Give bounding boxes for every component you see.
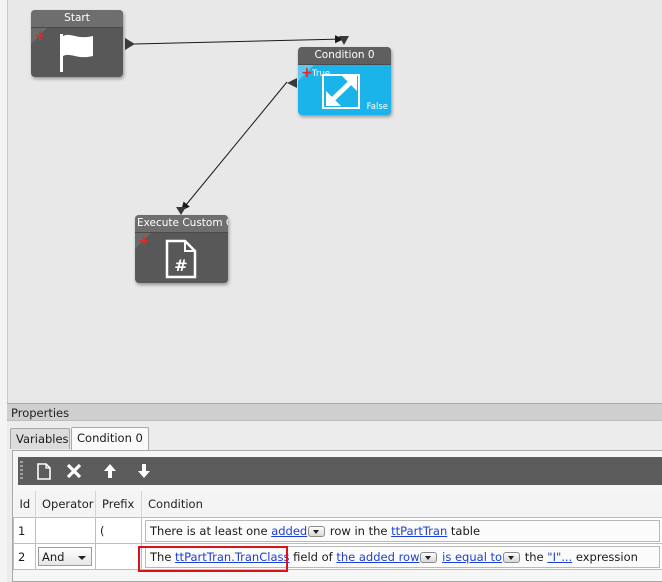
condition-node-title: Condition 0 bbox=[298, 47, 391, 65]
table-row[interactable]: 2 And The ttPartTran.TranClass field of … bbox=[13, 543, 662, 570]
row-condition: The ttPartTran.TranClass field of the ad… bbox=[141, 543, 662, 570]
row-id: 1 bbox=[13, 517, 36, 544]
expand-arrows-icon bbox=[322, 74, 360, 109]
start-node[interactable]: Start + bbox=[31, 10, 123, 77]
column-header-id[interactable]: Id bbox=[13, 491, 36, 518]
add-icon[interactable]: + bbox=[34, 29, 46, 43]
field-link[interactable]: ttPartTran.TranClass bbox=[175, 550, 289, 564]
condition-tab-panel: Id Operator Prefix Condition 1 ( There i… bbox=[12, 450, 662, 582]
added-link[interactable]: added bbox=[271, 524, 307, 538]
condition-sentence: There is at least one added row in the t… bbox=[145, 519, 660, 542]
left-edge bbox=[0, 0, 7, 582]
properties-header: Properties bbox=[7, 403, 662, 421]
code-file-icon: # bbox=[165, 239, 197, 279]
conditions-table: Id Operator Prefix Condition 1 ( There i… bbox=[13, 491, 662, 570]
condition-node[interactable]: Condition 0 + True False bbox=[298, 47, 391, 115]
svg-text:#: # bbox=[174, 256, 187, 275]
row-condition: There is at least one added row in the t… bbox=[141, 517, 662, 544]
toolbar-grip[interactable] bbox=[20, 461, 23, 481]
condition-sentence: The ttPartTran.TranClass field of the ad… bbox=[145, 545, 660, 568]
condition-toolbar bbox=[18, 457, 662, 485]
row-prefix[interactable] bbox=[95, 543, 142, 570]
tab-condition-0[interactable]: Condition 0 bbox=[71, 427, 149, 450]
delete-icon[interactable] bbox=[62, 460, 86, 482]
move-up-icon[interactable] bbox=[98, 460, 122, 482]
row-operator[interactable] bbox=[35, 517, 96, 544]
start-node-title: Start bbox=[31, 10, 123, 28]
row-link[interactable]: the added row bbox=[336, 550, 419, 564]
chevron-down-icon[interactable] bbox=[503, 551, 521, 563]
execute-custom-code-title: Execute Custom Co bbox=[135, 215, 228, 233]
table-row[interactable]: 1 ( There is at least one added row in t… bbox=[13, 517, 662, 544]
column-header-operator[interactable]: Operator bbox=[35, 491, 96, 518]
execute-custom-code-node[interactable]: Execute Custom Co + # bbox=[135, 215, 228, 283]
false-branch-label: False bbox=[366, 102, 388, 112]
column-header-prefix[interactable]: Prefix bbox=[95, 491, 142, 518]
add-icon[interactable]: + bbox=[301, 66, 313, 80]
row-id: 2 bbox=[13, 543, 36, 570]
column-header-condition[interactable]: Condition bbox=[141, 491, 662, 518]
tab-variables[interactable]: Variables bbox=[10, 428, 70, 449]
flag-icon bbox=[60, 34, 93, 72]
row-operator[interactable]: And bbox=[35, 543, 96, 570]
move-down-icon[interactable] bbox=[132, 460, 156, 482]
chevron-down-icon[interactable] bbox=[308, 525, 326, 537]
operator-select[interactable]: And bbox=[38, 547, 92, 566]
comparison-link[interactable]: is equal to bbox=[442, 550, 502, 564]
new-icon[interactable] bbox=[32, 460, 56, 482]
row-prefix[interactable]: ( bbox=[95, 517, 142, 544]
chevron-down-icon[interactable] bbox=[420, 551, 438, 563]
expression-link[interactable]: "I"... bbox=[547, 550, 572, 564]
add-icon[interactable]: + bbox=[138, 234, 150, 248]
table-header-row: Id Operator Prefix Condition bbox=[13, 491, 662, 518]
table-link[interactable]: ttPartTran bbox=[391, 524, 447, 538]
properties-tabs: Variables Condition 0 bbox=[7, 421, 662, 450]
